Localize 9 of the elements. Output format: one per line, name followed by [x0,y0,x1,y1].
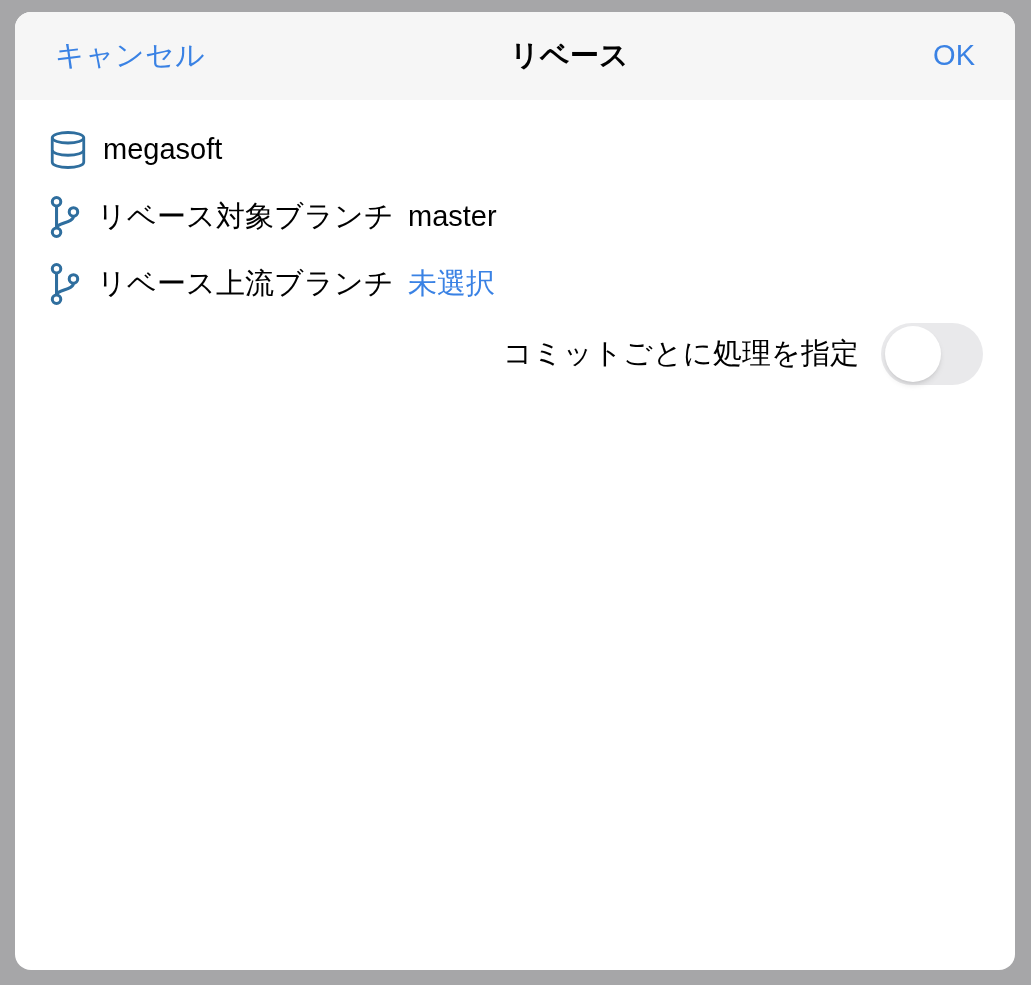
cancel-button[interactable]: キャンセル [55,34,205,78]
repository-name: megasoft [103,131,223,167]
branch-link[interactable]: 未選択 [408,261,495,306]
option-label: コミットごとに処理を指定 [503,336,859,372]
branch-label: リベース対象ブランチ [97,198,394,234]
ok-button[interactable]: OK [933,34,975,78]
dialog-title: リベース [509,38,629,74]
branch-value: master [408,198,497,234]
branch-label: リベース上流ブランチ [97,265,394,301]
